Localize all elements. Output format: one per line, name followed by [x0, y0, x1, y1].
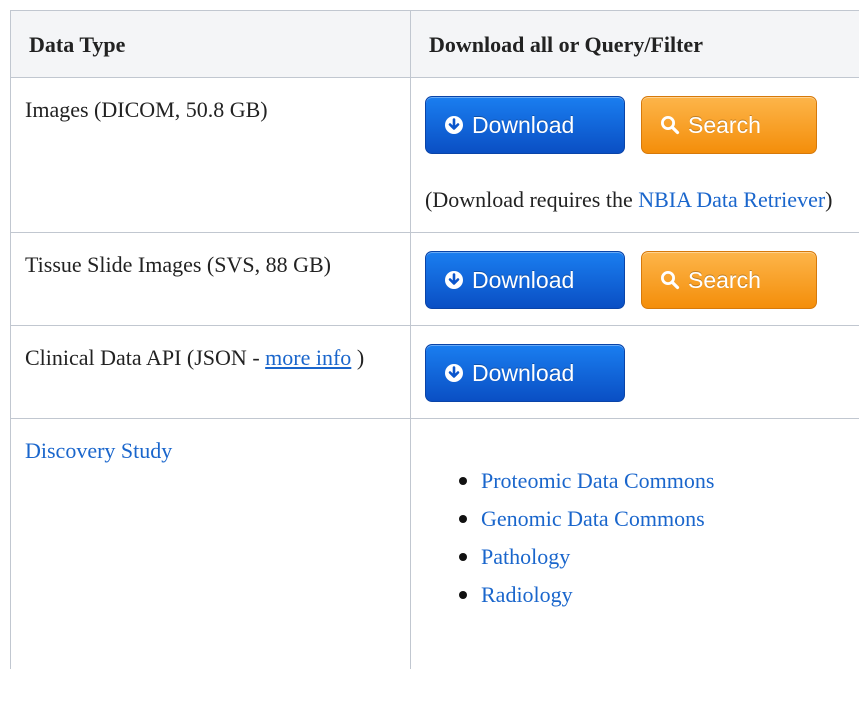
row-images-actions: Download Search (Download requires the N…	[410, 77, 859, 233]
magnifier-icon	[661, 116, 680, 135]
magnifier-icon	[661, 271, 680, 290]
list-item: Genomic Data Commons	[481, 499, 845, 537]
table-row: Images (DICOM, 50.8 GB) Download Search …	[10, 77, 859, 233]
button-group: Download Search	[425, 96, 845, 154]
pathology-link[interactable]: Pathology	[481, 544, 570, 569]
nbia-data-retriever-link[interactable]: NBIA Data Retriever	[638, 187, 825, 212]
row-slides-actions: Download Search	[410, 232, 859, 326]
clinical-download-button[interactable]: Download	[425, 344, 625, 402]
more-info-link[interactable]: more info	[265, 345, 351, 370]
row-images-label: Images (DICOM, 50.8 GB)	[10, 77, 411, 233]
genomic-data-commons-link[interactable]: Genomic Data Commons	[481, 506, 705, 531]
list-item: Pathology	[481, 537, 845, 575]
row-slides-label: Tissue Slide Images (SVS, 88 GB)	[10, 232, 411, 326]
slides-download-button[interactable]: Download	[425, 251, 625, 309]
data-portal-list: Proteomic Data Commons Genomic Data Comm…	[425, 461, 845, 613]
list-item: Radiology	[481, 575, 845, 613]
row-discovery-links: Proteomic Data Commons Genomic Data Comm…	[410, 418, 859, 669]
row-discovery-label: Discovery Study	[10, 418, 411, 669]
download-button-label: Download	[472, 267, 575, 293]
slides-search-button[interactable]: Search	[641, 251, 817, 309]
row-clinical-label: Clinical Data API (JSON - more info )	[10, 325, 411, 419]
images-download-button[interactable]: Download	[425, 96, 625, 154]
retriever-note: (Download requires the NBIA Data Retriev…	[425, 184, 845, 216]
download-button-label: Download	[472, 112, 575, 138]
data-access-section: Data Type Download all or Query/Filter I…	[10, 10, 859, 669]
table-row: Discovery Study Proteomic Data Commons G…	[10, 418, 859, 669]
download-button-label: Download	[472, 360, 575, 386]
radiology-link[interactable]: Radiology	[481, 582, 573, 607]
note-suffix: )	[825, 187, 833, 212]
table-row: Tissue Slide Images (SVS, 88 GB) Downloa…	[10, 232, 859, 326]
clinical-label-suffix: )	[351, 345, 365, 370]
arrow-down-circle-icon	[445, 116, 463, 134]
images-search-button[interactable]: Search	[641, 96, 817, 154]
table-row: Clinical Data API (JSON - more info ) Do…	[10, 325, 859, 419]
row-clinical-actions: Download	[410, 325, 859, 419]
list-item: Proteomic Data Commons	[481, 461, 845, 499]
arrow-down-circle-icon	[445, 364, 463, 382]
table-header-row: Data Type Download all or Query/Filter	[10, 10, 859, 78]
proteomic-data-commons-link[interactable]: Proteomic Data Commons	[481, 468, 714, 493]
clinical-label-text: Clinical Data API (JSON -	[25, 345, 266, 370]
arrow-down-circle-icon	[445, 271, 463, 289]
note-prefix: (Download requires the	[425, 187, 639, 212]
header-data-type: Data Type	[10, 10, 411, 78]
search-button-label: Search	[688, 112, 761, 138]
header-download-query: Download all or Query/Filter	[410, 10, 859, 78]
discovery-study-link[interactable]: Discovery Study	[25, 438, 172, 463]
button-group: Download	[425, 344, 845, 402]
data-access-table: Data Type Download all or Query/Filter I…	[10, 10, 859, 669]
search-button-label: Search	[688, 267, 761, 293]
button-group: Download Search	[425, 251, 845, 309]
